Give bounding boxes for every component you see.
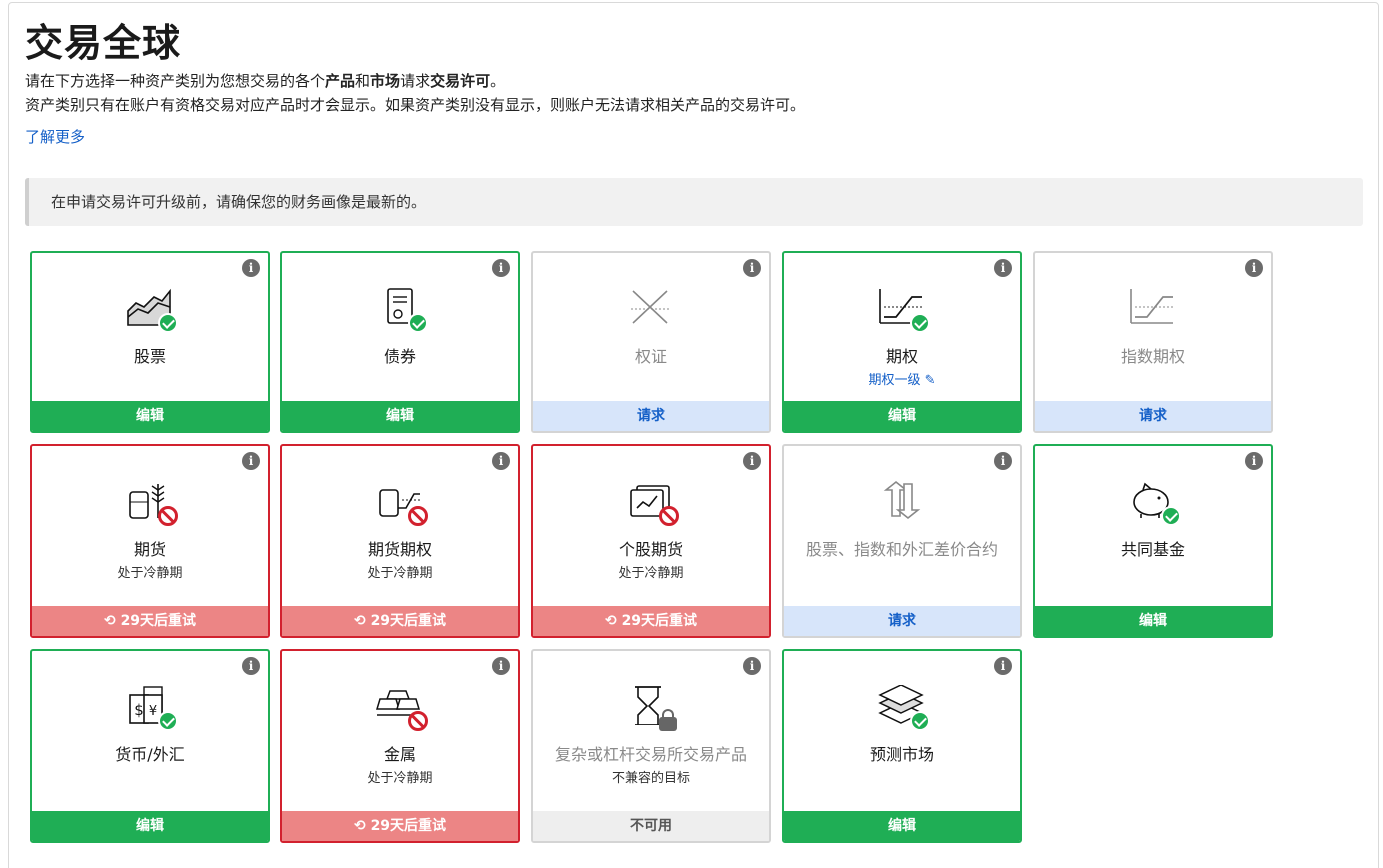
warrant-cross-icon — [621, 287, 681, 333]
retry-button[interactable]: ⟲ 29天后重试 — [282, 606, 518, 636]
info-icon[interactable]: i — [242, 657, 260, 675]
edit-button[interactable]: 编辑 — [282, 401, 518, 431]
edit-button[interactable]: 编辑 — [1035, 606, 1271, 636]
info-icon[interactable]: i — [492, 259, 510, 277]
status-text: 处于冷静期 — [117, 566, 183, 581]
stacked-layers-icon — [872, 685, 932, 731]
card-futures[interactable]: i 期货 处于冷静期 ⟲ 29天后重试 — [30, 444, 270, 638]
card-title: 期货 — [133, 540, 166, 559]
info-icon[interactable]: i — [743, 657, 761, 675]
card-title: 共同基金 — [1120, 540, 1185, 559]
status-text: 处于冷静期 — [367, 771, 433, 786]
card-mutual-funds[interactable]: i 共同基金 编辑 — [1033, 444, 1273, 638]
bond-certificate-icon — [370, 287, 430, 333]
blocked-icon — [408, 506, 428, 526]
card-options[interactable]: i 期权 期权一级 ✎ 编辑 — [782, 251, 1022, 433]
single-stock-futures-icon — [621, 480, 681, 526]
gold-bars-icon — [370, 685, 430, 731]
card-title: 股票 — [133, 347, 166, 366]
status-text: 不兼容的目标 — [611, 771, 690, 786]
svg-text:$: $ — [134, 701, 144, 719]
pencil-icon: ✎ — [924, 373, 936, 388]
card-title: 个股期货 — [618, 540, 683, 559]
card-title: 期权 — [885, 347, 918, 366]
card-metals[interactable]: i 金属 处于冷静期 ⟲ 29天后重试 — [280, 649, 520, 843]
retry-button[interactable]: ⟲ 29天后重试 — [533, 606, 769, 636]
learn-more-link[interactable]: 了解更多 — [25, 126, 85, 147]
info-icon[interactable]: i — [242, 452, 260, 470]
approved-check-icon — [408, 313, 428, 333]
card-futures-options[interactable]: i 期货期权 处于冷静期 ⟲ 29天后重试 — [280, 444, 520, 638]
history-icon: ⟲ — [353, 613, 366, 629]
request-button[interactable]: 请求 — [784, 606, 1020, 636]
retry-button[interactable]: ⟲ 29天后重试 — [282, 811, 518, 841]
info-icon[interactable]: i — [994, 259, 1012, 277]
cfd-arrows-icon — [872, 480, 932, 526]
blocked-icon — [158, 506, 178, 526]
futures-barrel-wheat-icon — [120, 480, 180, 526]
request-button[interactable]: 请求 — [533, 401, 769, 431]
edit-button[interactable]: 编辑 — [784, 811, 1020, 841]
edit-button[interactable]: 编辑 — [32, 811, 268, 841]
info-icon[interactable]: i — [743, 259, 761, 277]
history-icon: ⟲ — [353, 818, 366, 834]
info-icon[interactable]: i — [492, 657, 510, 675]
card-title: 预测市场 — [869, 745, 934, 764]
blocked-icon — [408, 711, 428, 731]
description-line-2: 资产类别只有在账户有资格交易对应产品时才会显示。如果资产类别没有显示，则账户无法… — [25, 96, 806, 114]
info-icon[interactable]: i — [1245, 452, 1263, 470]
card-cfd[interactable]: i 股票、指数和外汇差价合约 请求 — [782, 444, 1022, 638]
info-icon[interactable]: i — [994, 657, 1012, 675]
description-line-1: 请在下方选择一种资产类别为您想交易的各个产品和市场请求交易许可。 — [25, 72, 506, 90]
retry-button[interactable]: ⟲ 29天后重试 — [32, 606, 268, 636]
history-icon: ⟲ — [103, 613, 116, 629]
card-currency-forex[interactable]: i $ ¥ 货币/外汇 编辑 — [30, 649, 270, 843]
info-icon[interactable]: i — [994, 452, 1012, 470]
svg-text:¥: ¥ — [149, 704, 157, 719]
approved-check-icon — [158, 711, 178, 731]
card-title: 货币/外汇 — [115, 745, 185, 764]
card-title: 指数期权 — [1120, 347, 1185, 366]
info-icon[interactable]: i — [492, 452, 510, 470]
lock-icon — [659, 709, 677, 731]
approved-check-icon — [910, 711, 930, 731]
card-single-stock-futures[interactable]: i 个股期货 处于冷静期 ⟲ 29天后重试 — [531, 444, 771, 638]
futures-option-icon — [370, 480, 430, 526]
info-icon[interactable]: i — [743, 452, 761, 470]
currency-notes-icon: $ ¥ — [120, 685, 180, 731]
approved-check-icon — [158, 313, 178, 333]
blocked-icon — [659, 506, 679, 526]
option-level-link[interactable]: 期权一级 ✎ — [784, 369, 1020, 388]
status-text: 处于冷静期 — [367, 566, 433, 581]
card-warrants[interactable]: i 权证 请求 — [531, 251, 771, 433]
page-title: 交易全球 — [25, 21, 182, 65]
option-payoff-icon — [872, 287, 932, 333]
stocks-chart-icon — [120, 287, 180, 333]
card-title: 金属 — [383, 745, 416, 764]
piggy-bank-icon — [1123, 480, 1183, 526]
request-button[interactable]: 请求 — [1035, 401, 1271, 431]
card-stocks[interactable]: i 股票 编辑 — [30, 251, 270, 433]
card-title: 债券 — [383, 347, 416, 366]
approved-check-icon — [910, 313, 930, 333]
approved-check-icon — [1161, 506, 1181, 526]
edit-button[interactable]: 编辑 — [32, 401, 268, 431]
card-title: 期货期权 — [367, 540, 432, 559]
hourglass-icon — [621, 685, 681, 731]
info-icon[interactable]: i — [242, 259, 260, 277]
card-complex-leveraged-etp[interactable]: i 复杂或杠杆交易所交易产品 不兼容的目标 不可用 — [531, 649, 771, 843]
financial-profile-notice: 在申请交易许可升级前，请确保您的财务画像是最新的。 — [25, 178, 1363, 226]
card-bonds[interactable]: i 债券 编辑 — [280, 251, 520, 433]
card-title: 股票、指数和外汇差价合约 — [805, 540, 998, 559]
info-icon[interactable]: i — [1245, 259, 1263, 277]
card-index-options[interactable]: i 指数期权 请求 — [1033, 251, 1273, 433]
card-prediction-markets[interactable]: i 预测市场 编辑 — [782, 649, 1022, 843]
unavailable-label: 不可用 — [533, 811, 769, 841]
index-option-payoff-icon — [1123, 287, 1183, 333]
edit-button[interactable]: 编辑 — [784, 401, 1020, 431]
status-text: 处于冷静期 — [618, 566, 684, 581]
history-icon: ⟲ — [604, 613, 617, 629]
card-title: 复杂或杠杆交易所交易产品 — [554, 745, 747, 764]
card-title: 权证 — [634, 347, 667, 366]
